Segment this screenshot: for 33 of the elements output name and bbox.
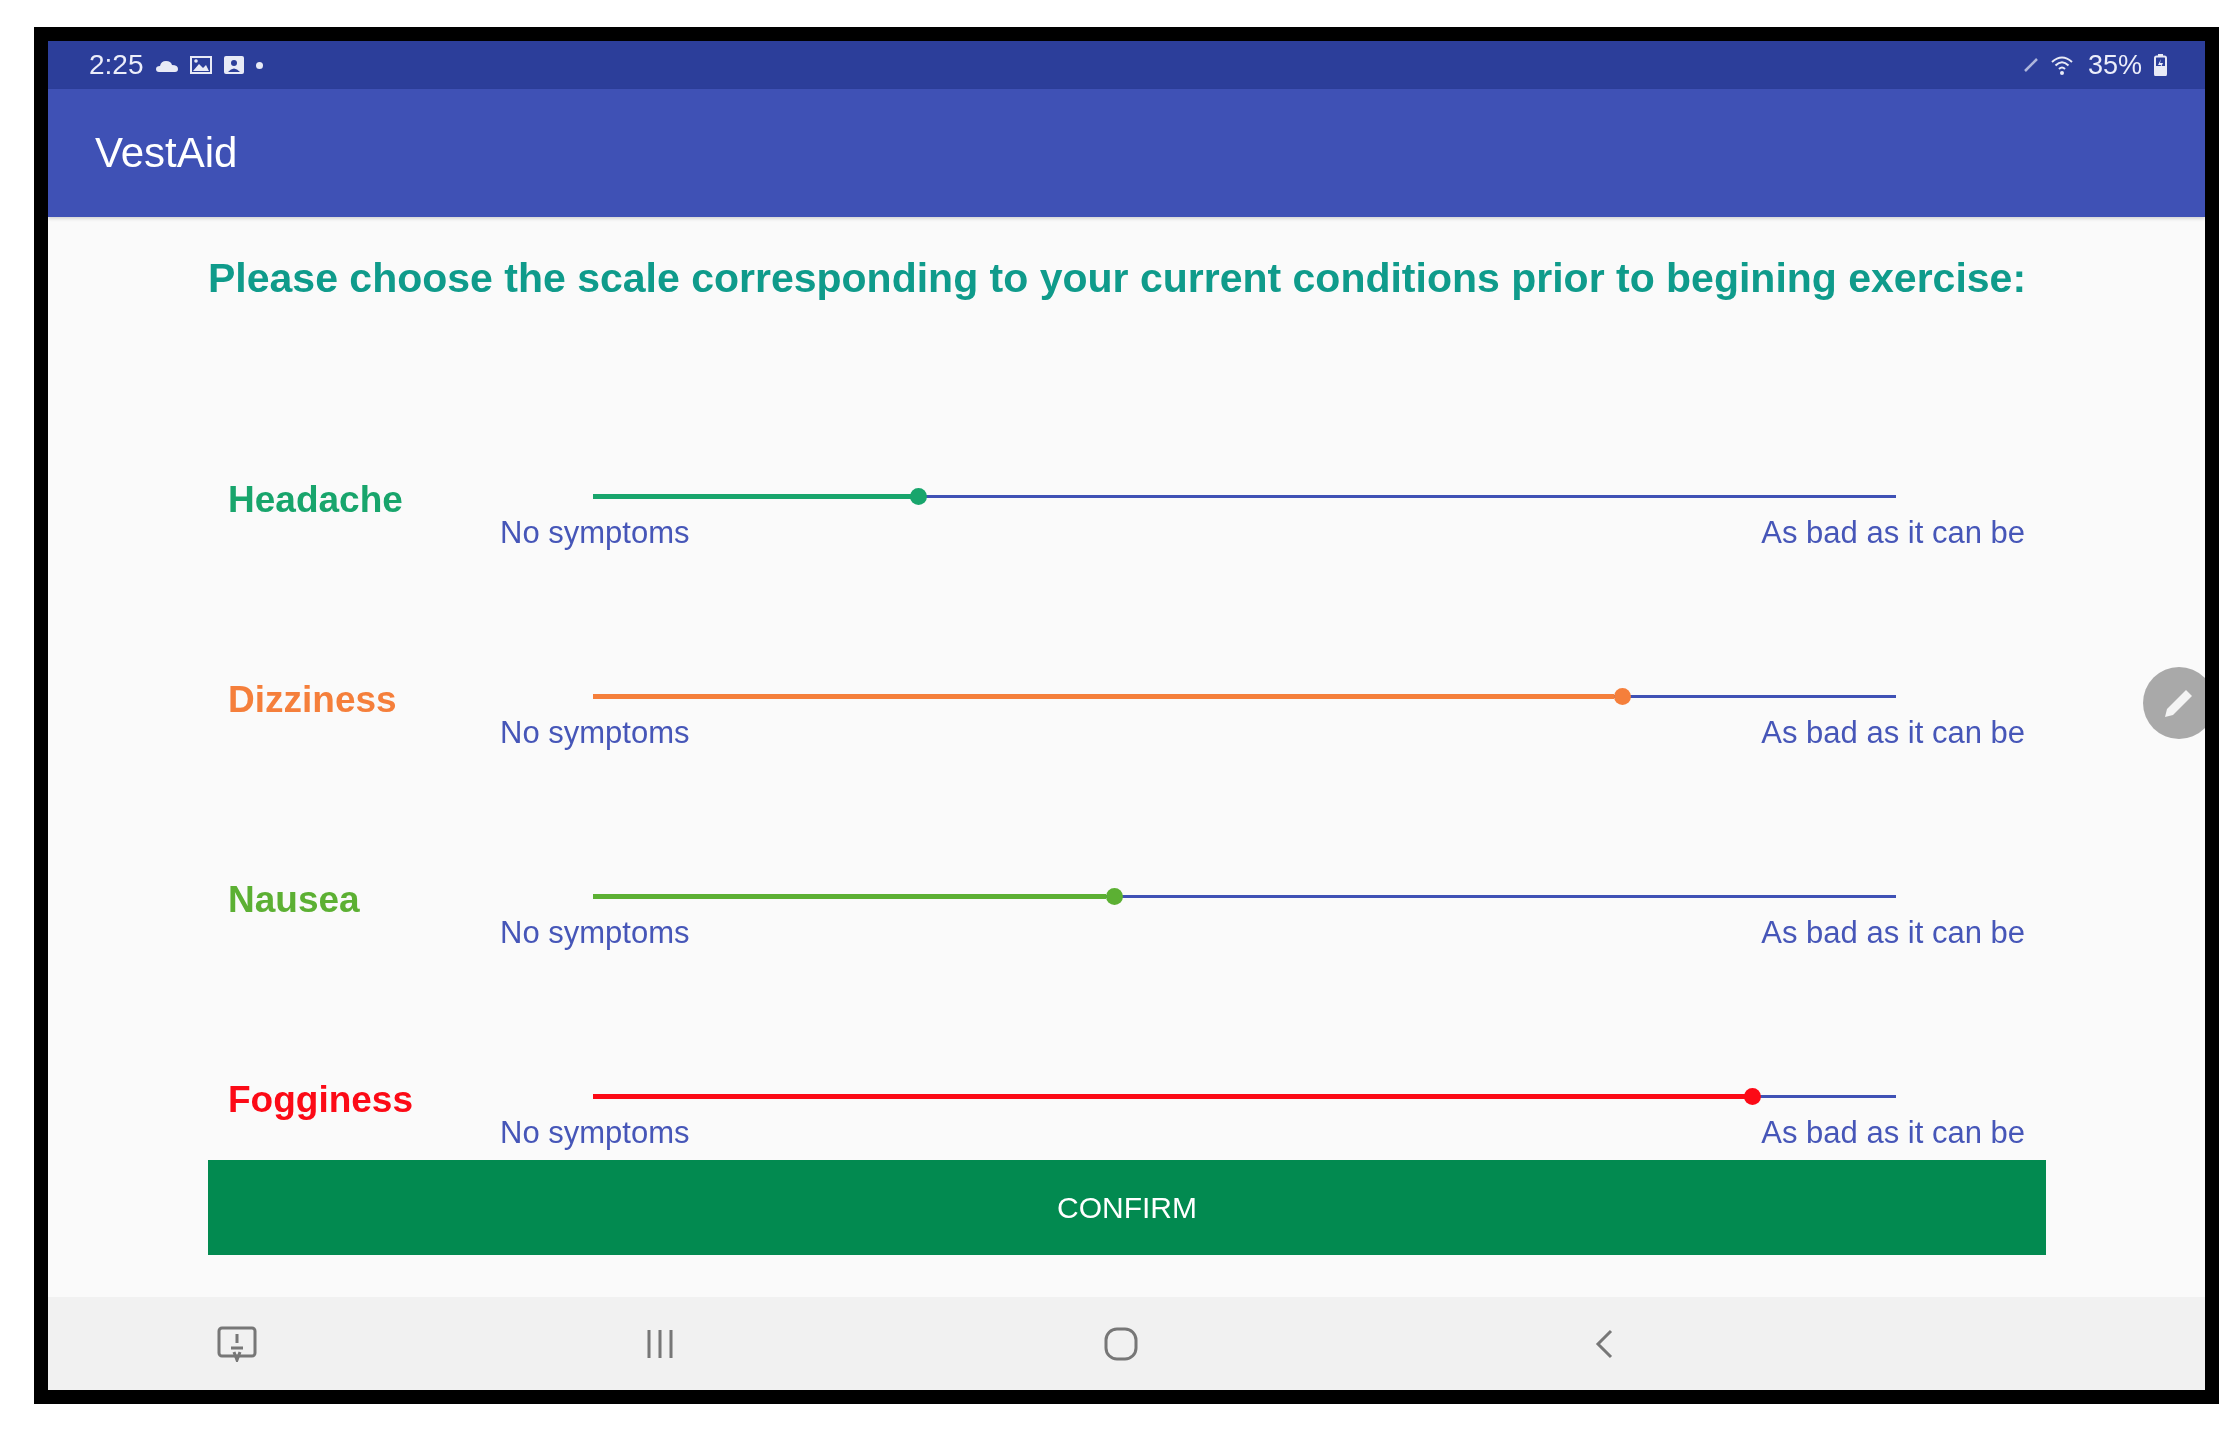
image-icon xyxy=(189,56,212,74)
scale-min-label: No symptoms xyxy=(500,1115,690,1151)
scale-max-label: As bad as it can be xyxy=(1761,1115,2025,1151)
scale-max-label: As bad as it can be xyxy=(1761,715,2025,751)
slider-thumb[interactable] xyxy=(910,487,928,505)
recents-icon[interactable] xyxy=(645,1328,675,1359)
scale-min-label: No symptoms xyxy=(500,915,690,951)
scale-max-label: As bad as it can be xyxy=(1761,915,2025,951)
scale-min-label: No symptoms xyxy=(500,515,690,551)
back-icon[interactable] xyxy=(1595,1328,1613,1359)
dot-icon xyxy=(255,61,263,69)
status-time: 2:25 xyxy=(89,49,144,81)
battery-percentage: 35% xyxy=(2087,49,2142,81)
home-icon[interactable] xyxy=(1104,1326,1138,1361)
symptom-label: Nausea xyxy=(228,882,360,918)
slider-thumb[interactable] xyxy=(1613,687,1631,705)
wifi-icon xyxy=(2049,55,2074,75)
scale-min-label: No symptoms xyxy=(500,715,690,751)
slash-icon xyxy=(2023,58,2038,72)
symptom-label: Fogginess xyxy=(228,1082,414,1118)
scale-max-label: As bad as it can be xyxy=(1761,515,2025,551)
screen-icon[interactable] xyxy=(217,1325,257,1362)
symptom-label: Dizziness xyxy=(228,682,397,718)
confirm-button[interactable]: CONFIRM xyxy=(208,1160,2046,1255)
battery-icon xyxy=(2154,54,2167,76)
cloud-icon xyxy=(155,58,178,72)
instruction-heading: Please choose the scale corresponding to your current conditions prior to begining exercise: xyxy=(208,256,2027,300)
app-title: VestAid xyxy=(95,129,238,177)
pencil-icon[interactable] xyxy=(2143,667,2205,739)
portrait-icon xyxy=(223,56,244,74)
slider-thumb[interactable] xyxy=(1744,1087,1762,1105)
symptom-label: Headache xyxy=(228,482,403,518)
slider-thumb[interactable] xyxy=(1105,887,1123,905)
